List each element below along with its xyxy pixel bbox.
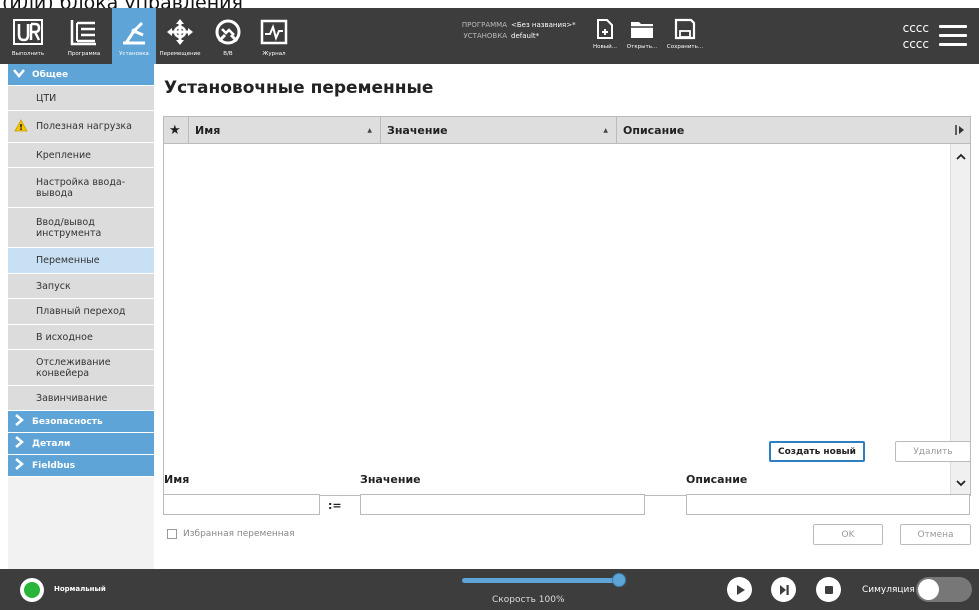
simulation-label: Симуляция [862,585,915,595]
robot-status-icon[interactable] [20,578,44,602]
value-input[interactable] [360,494,645,515]
sidebar-section-general[interactable]: Общее [8,64,154,86]
speed-slider-handle[interactable] [612,573,626,587]
sidebar-item-smooth-transition[interactable]: Плавный переход [8,299,154,325]
assign-operator: := [328,499,342,512]
sidebar-item-tcp[interactable]: ЦТИ [8,86,154,111]
ok-button[interactable]: OK [813,524,883,545]
sidebar-item-startup[interactable]: Запуск [8,274,154,299]
sidebar-section-safety[interactable]: Безопасность [8,411,154,433]
chevron-right-icon [12,458,26,473]
installation-icon [119,17,149,47]
checkbox-icon [167,529,177,539]
folder-icon [631,22,653,38]
name-field-label: Имя [164,473,190,486]
bottom-footer: Нормальный Скорость 100% Симуляция [0,569,979,610]
chevron-down-icon [12,68,26,81]
sidebar-item-io-setup[interactable]: Настройка ввода-вывода [8,168,154,208]
robot-status-text: Нормальный [54,585,106,593]
new-file-button[interactable]: Новый... [590,18,620,50]
table-header: ★ Имя ▲ Значение ▲ Описание [164,117,970,144]
program-key: ПРОГРАММА [461,21,507,29]
nav-program-button[interactable]: Программа [56,8,112,64]
value-field-label: Значение [360,473,421,486]
warning-icon [14,118,28,135]
chevron-right-icon [12,436,26,451]
nav-installation-button[interactable]: Установка [112,8,156,64]
sidebar-item-mounting[interactable]: Крепление [8,143,154,168]
speed-label: Скорость 100% [492,595,565,605]
name-column-header[interactable]: Имя ▲ [189,117,381,143]
install-key: УСТАНОВКА [463,32,507,40]
nav-log-button[interactable]: Журнал [252,8,296,64]
program-icon [69,17,99,47]
robot-name: cccc cccc [902,21,929,51]
star-icon: ★ [169,122,181,138]
description-column-header[interactable]: Описание [617,117,950,143]
step-icon [779,584,789,595]
sort-up-icon: ▲ [367,126,372,134]
sidebar-section-fieldbus[interactable]: Fieldbus [8,455,154,477]
variables-table: ★ Имя ▲ Значение ▲ Описание [163,116,971,496]
column-toggle-icon[interactable] [950,124,970,136]
description-input[interactable] [686,494,970,515]
sidebar-item-conveyor-tracking[interactable]: Отслеживание конвейера [8,350,154,386]
play-button[interactable] [727,577,752,602]
main-panel: Установочные переменные ★ Имя ▲ Значение… [154,64,979,569]
sidebar-item-screwdriving[interactable]: Завинчивание [8,386,154,411]
chevron-right-icon [12,414,26,429]
hamburger-menu-icon[interactable] [939,25,967,47]
io-icon [213,17,243,47]
scroll-down-icon[interactable] [951,473,971,493]
sidebar-item-variables[interactable]: Переменные [8,248,154,274]
sidebar-section-features[interactable]: Детали [8,433,154,455]
log-icon [260,17,288,47]
program-name: <Без названия>* [511,21,576,29]
value-column-header[interactable]: Значение ▲ [381,117,617,143]
ur-logo-icon [13,17,43,47]
sidebar-item-home[interactable]: В исходное [8,325,154,350]
open-file-button[interactable]: Открыть... [625,18,659,50]
favorite-column-header[interactable]: ★ [164,117,189,143]
page-title: Установочные переменные [164,78,434,98]
sidebar: Общее ЦТИ Полезная нагрузка Крепление На… [8,64,154,569]
save-file-button[interactable]: Сохранить... [665,18,705,50]
save-icon [674,18,696,40]
new-file-icon [597,19,613,39]
speed-slider-track[interactable] [462,578,620,583]
install-name: default* [511,32,540,40]
nav-io-button[interactable]: В/В [204,8,252,64]
stop-button[interactable] [816,577,841,602]
scroll-up-icon[interactable] [951,146,971,166]
nav-move-button[interactable]: Перемещение [156,8,204,64]
top-header: Выполнить Программа Установка Перемещени… [0,8,979,64]
simulation-toggle[interactable] [916,577,972,602]
nav-run-button[interactable]: Выполнить [0,8,56,64]
move-icon [165,17,195,47]
sidebar-item-tool-io[interactable]: Ввод/вывод инструмента [8,208,154,248]
program-info: ПРОГРАММА <Без названия>* УСТАНОВКА defaul… [455,20,576,42]
create-new-button[interactable]: Создать новый [769,441,865,462]
favorite-checkbox[interactable]: Избранная переменная [167,529,295,539]
name-input[interactable] [163,494,320,515]
step-button[interactable] [771,577,796,602]
delete-button[interactable]: Удалить [895,441,971,462]
stop-icon [824,585,833,594]
sort-up-icon: ▲ [603,126,608,134]
description-field-label: Описание [686,473,748,486]
sidebar-item-payload[interactable]: Полезная нагрузка [8,111,154,143]
cancel-button[interactable]: Отмена [900,524,971,545]
play-icon [736,584,745,595]
